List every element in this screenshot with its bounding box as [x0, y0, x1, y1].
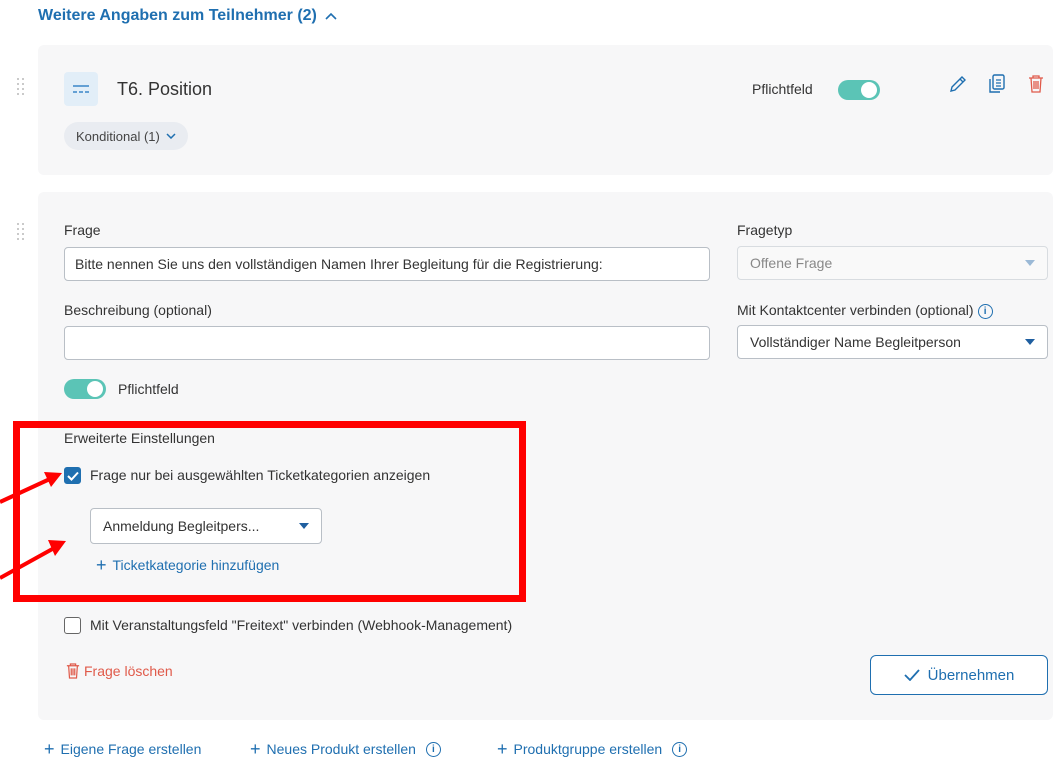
description-input[interactable]	[64, 326, 710, 360]
required-toggle[interactable]	[838, 80, 880, 100]
info-icon[interactable]: i	[425, 741, 441, 757]
advanced-settings-label: Erweiterte Einstellungen	[64, 430, 215, 446]
question-label: Frage	[64, 222, 101, 238]
apply-button-label: Übernehmen	[927, 666, 1015, 684]
check-icon	[66, 471, 79, 481]
question-type-select[interactable]: Offene Frage	[737, 246, 1048, 280]
caret-down-icon	[1025, 339, 1035, 345]
webhook-checkbox[interactable]	[64, 617, 81, 634]
plus-icon: +	[250, 739, 261, 759]
caret-down-icon	[1025, 260, 1035, 266]
section-title: Weitere Angaben zum Teilnehmer (2)	[38, 7, 317, 24]
text-field-icon	[64, 72, 98, 106]
create-own-question-label: Eigene Frage erstellen	[60, 741, 202, 757]
trash-icon[interactable]	[1025, 72, 1047, 96]
webhook-checkbox-label: Mit Veranstaltungsfeld "Freitext" verbin…	[90, 617, 513, 633]
info-icon[interactable]: i	[672, 741, 688, 757]
add-ticket-category-label: Ticketkategorie hinzufügen	[112, 557, 280, 573]
create-own-question-link[interactable]: + Eigene Frage erstellen	[44, 739, 202, 759]
create-new-product-link[interactable]: + Neues Produkt erstellen i	[250, 739, 441, 759]
ticket-category-value: Anmeldung Begleitpers...	[103, 518, 260, 534]
description-label: Beschreibung (optional)	[64, 302, 212, 318]
check-icon	[904, 669, 920, 681]
add-ticket-category-link[interactable]: + Ticketkategorie hinzufügen	[96, 555, 280, 575]
contact-center-select[interactable]: Vollständiger Name Begleitperson	[737, 325, 1048, 359]
create-product-group-label: Produktgruppe erstellen	[513, 741, 663, 757]
drag-handle-icon[interactable]	[17, 78, 25, 100]
chevron-down-icon	[166, 133, 176, 139]
drag-handle-icon[interactable]	[17, 223, 25, 245]
create-product-group-link[interactable]: + Produktgruppe erstellen i	[497, 739, 688, 759]
delete-question-label: Frage löschen	[84, 663, 173, 679]
contact-center-value: Vollständiger Name Begleitperson	[750, 334, 961, 350]
pencil-icon[interactable]	[947, 72, 969, 96]
create-new-product-label: Neues Produkt erstellen	[266, 741, 416, 757]
plus-icon: +	[96, 555, 107, 575]
question-title: T6. Position	[117, 79, 213, 99]
ticket-category-select[interactable]: Anmeldung Begleitpers...	[90, 508, 322, 544]
info-icon[interactable]: i	[977, 303, 993, 319]
contact-center-label: Mit Kontaktcenter verbinden (optional) i	[737, 302, 993, 319]
conditional-dropdown[interactable]: Konditional (1)	[64, 122, 188, 150]
apply-button[interactable]: Übernehmen	[870, 655, 1048, 695]
question-type-label: Fragetyp	[737, 222, 793, 238]
question-card-collapsed[interactable]: T6. Position Konditional (1) Pflichtfeld	[38, 45, 1053, 175]
question-type-value: Offene Frage	[750, 255, 833, 271]
question-input[interactable]: Bitte nennen Sie uns den vollständigen N…	[64, 247, 710, 281]
ticket-category-checkbox[interactable]	[64, 467, 81, 484]
section-header[interactable]: Weitere Angaben zum Teilnehmer (2)	[38, 7, 337, 25]
plus-icon: +	[44, 739, 55, 759]
conditional-label: Konditional (1)	[76, 128, 160, 144]
required-toggle[interactable]	[64, 379, 106, 399]
trash-icon	[66, 663, 80, 679]
chevron-up-icon[interactable]	[325, 12, 337, 20]
ticket-category-checkbox-label: Frage nur bei ausgewählten Ticketkategor…	[90, 467, 431, 483]
plus-icon: +	[497, 739, 508, 759]
caret-down-icon	[299, 523, 309, 529]
required-label: Pflichtfeld	[752, 81, 813, 97]
copy-icon[interactable]	[986, 72, 1008, 96]
delete-question-link[interactable]: Frage löschen	[66, 662, 173, 680]
required-label: Pflichtfeld	[118, 381, 179, 397]
